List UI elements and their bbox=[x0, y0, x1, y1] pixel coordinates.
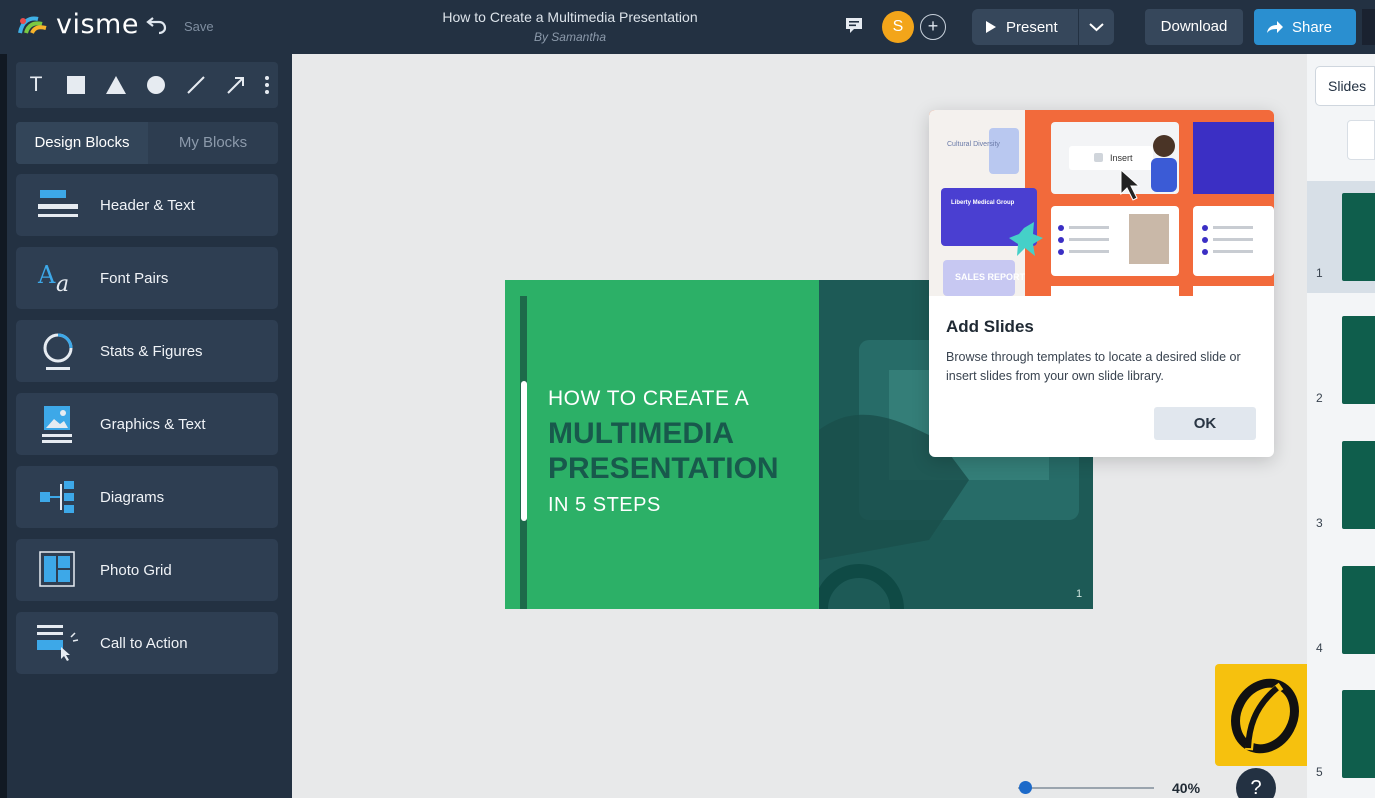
triangle-tool-icon[interactable] bbox=[96, 62, 136, 108]
diagrams-icon bbox=[16, 466, 100, 528]
save-button[interactable]: Save bbox=[184, 19, 214, 34]
popup-cultural-text: Cultural Diversity bbox=[947, 141, 1000, 148]
block-graphics-text[interactable]: Graphics & Text bbox=[16, 393, 278, 455]
zoom-level: 40% bbox=[1172, 780, 1201, 796]
rectangle-tool-icon[interactable] bbox=[56, 62, 96, 108]
present-label: Present bbox=[1006, 18, 1058, 36]
slide-thumbnail-2[interactable] bbox=[1342, 316, 1375, 404]
block-call-to-action[interactable]: Call to Action bbox=[16, 612, 278, 674]
popup-sales-text: SALES REPORT bbox=[955, 272, 1026, 282]
block-label: Font Pairs bbox=[100, 269, 169, 287]
block-label: Call to Action bbox=[100, 634, 188, 652]
more-tools-icon[interactable] bbox=[256, 62, 278, 108]
graphics-text-icon bbox=[16, 393, 100, 455]
block-photo-grid[interactable]: Photo Grid bbox=[16, 539, 278, 601]
block-tabs: Design Blocks My Blocks bbox=[16, 122, 278, 164]
slide-white-bar bbox=[521, 381, 527, 521]
top-bar: visme Save How to Create a Multimedia Pr… bbox=[0, 0, 1375, 54]
popup-description: Browse through templates to locate a des… bbox=[946, 350, 1241, 383]
svg-text:A: A bbox=[37, 261, 56, 289]
visme-logo[interactable]: visme bbox=[16, 9, 139, 40]
visme-logo-mark-icon bbox=[16, 13, 50, 37]
slide-thumbnail-1[interactable] bbox=[1342, 193, 1375, 281]
slide-thumbnail-number: 3 bbox=[1316, 516, 1323, 530]
svg-text:a: a bbox=[56, 272, 69, 295]
popup-illustration: Cultural Diversity Liberty Medical Group… bbox=[929, 110, 1274, 296]
play-icon bbox=[986, 21, 996, 33]
slide-title-line-3[interactable]: PRESENTATION bbox=[548, 452, 779, 486]
block-label: Diagrams bbox=[100, 488, 165, 506]
slides-panel-header[interactable]: Slides bbox=[1315, 66, 1375, 106]
line-tool-icon[interactable] bbox=[176, 62, 216, 108]
popup-title: Add Slides bbox=[946, 317, 1034, 336]
font-pairs-icon: Aa bbox=[16, 247, 100, 309]
slide-thumbnail-number: 4 bbox=[1316, 641, 1323, 655]
block-label: Header & Text bbox=[100, 196, 195, 214]
slides-panel-tool[interactable] bbox=[1347, 120, 1375, 160]
slide-thumbnail-5[interactable] bbox=[1342, 690, 1375, 778]
circle-tool-icon[interactable] bbox=[136, 62, 176, 108]
brand-badge-logo bbox=[1215, 664, 1316, 766]
chevron-down-icon bbox=[1089, 23, 1104, 32]
logo-text: visme bbox=[56, 9, 139, 40]
add-collaborator-icon[interactable]: + bbox=[920, 14, 946, 40]
add-slides-popup: Cultural Diversity Liberty Medical Group… bbox=[929, 110, 1274, 457]
block-stats-figures[interactable]: Stats & Figures bbox=[16, 320, 278, 382]
document-author: By Samantha bbox=[533, 30, 607, 44]
slide-thumbnail-number: 2 bbox=[1316, 391, 1323, 405]
share-arrow-icon bbox=[1267, 21, 1283, 33]
arrow-tool-icon[interactable] bbox=[216, 62, 256, 108]
block-label: Graphics & Text bbox=[100, 415, 206, 433]
tab-my-blocks[interactable]: My Blocks bbox=[148, 122, 278, 164]
call-to-action-icon bbox=[16, 612, 100, 674]
block-label: Photo Grid bbox=[100, 561, 172, 579]
download-button[interactable]: Download bbox=[1145, 9, 1243, 45]
topbar-edge bbox=[1362, 9, 1375, 45]
present-button[interactable]: Present bbox=[972, 9, 1078, 45]
slide-number: 1 bbox=[1076, 588, 1083, 600]
block-header-text[interactable]: Header & Text bbox=[16, 174, 278, 236]
slide-title-line-4[interactable]: IN 5 STEPS bbox=[548, 494, 661, 517]
slide-thumbnail-number: 5 bbox=[1316, 765, 1323, 779]
slides-panel: Slides 1 2 3 4 5 bbox=[1307, 54, 1375, 798]
present-options-button[interactable] bbox=[1079, 9, 1114, 45]
slide-thumbnail-3[interactable] bbox=[1342, 441, 1375, 529]
editor-canvas[interactable]: HOW TO CREATE A MULTIMEDIA PRESENTATION … bbox=[292, 54, 1307, 798]
zoom-slider-handle[interactable] bbox=[1019, 781, 1032, 794]
help-button[interactable]: ? bbox=[1236, 768, 1276, 798]
block-label: Stats & Figures bbox=[100, 342, 203, 360]
block-diagrams[interactable]: Diagrams bbox=[16, 466, 278, 528]
undo-icon[interactable] bbox=[145, 12, 169, 42]
share-button[interactable]: Share bbox=[1254, 9, 1356, 45]
tool-strip: T bbox=[16, 62, 278, 108]
slide-thumbnail-4[interactable] bbox=[1342, 566, 1375, 654]
header-text-icon bbox=[16, 174, 100, 236]
avatar[interactable]: S bbox=[882, 11, 914, 43]
left-panel: T Design Blocks My Blocks Header & Text … bbox=[0, 54, 292, 798]
tab-design-blocks[interactable]: Design Blocks bbox=[16, 122, 148, 164]
popup-insert-text: Insert bbox=[1110, 153, 1133, 163]
zoom-slider[interactable] bbox=[1018, 787, 1154, 789]
stats-figures-icon bbox=[16, 320, 100, 382]
text-tool-icon[interactable]: T bbox=[16, 62, 56, 108]
popup-group-text: Liberty Medical Group bbox=[951, 200, 1015, 206]
document-title[interactable]: How to Create a Multimedia Presentation bbox=[400, 9, 740, 25]
block-font-pairs[interactable]: Aa Font Pairs bbox=[16, 247, 278, 309]
comment-icon[interactable] bbox=[845, 17, 863, 34]
ok-button[interactable]: OK bbox=[1154, 407, 1256, 440]
share-label: Share bbox=[1292, 18, 1333, 36]
slide-title-line-2[interactable]: MULTIMEDIA bbox=[548, 417, 734, 451]
slide-thumbnail-number: 1 bbox=[1316, 266, 1323, 280]
photo-grid-icon bbox=[16, 539, 100, 601]
slide-title-line-1[interactable]: HOW TO CREATE A bbox=[548, 387, 749, 411]
